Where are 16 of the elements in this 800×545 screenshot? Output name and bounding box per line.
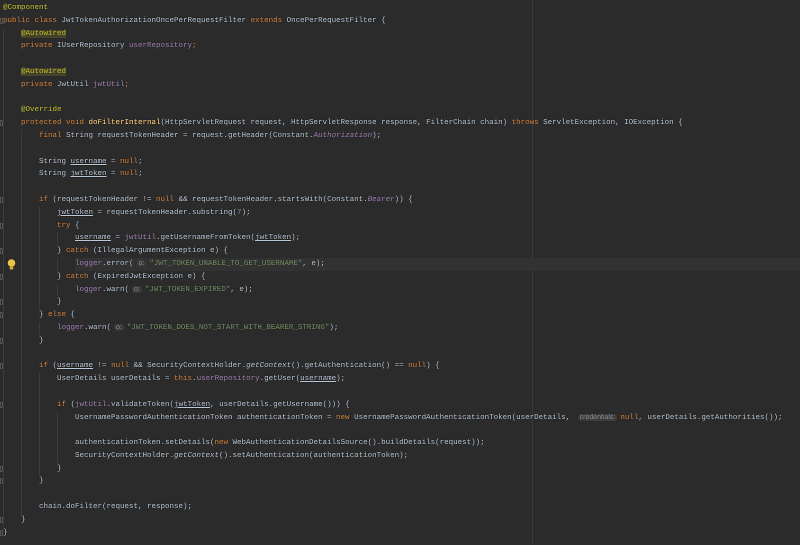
fold-marker-icon[interactable] [0,478,3,484]
fold-marker-icon[interactable] [0,466,3,472]
fold-marker-icon[interactable] [0,299,3,306]
fold-marker-icon[interactable] [0,222,3,229]
fold-marker-icon[interactable] [0,363,3,370]
fold-marker-icon[interactable] [0,402,3,408]
fold-marker-icon[interactable] [0,312,3,318]
lightbulb-icon[interactable] [7,258,16,270]
fold-marker-icon[interactable] [0,338,3,344]
fold-marker-icon[interactable] [0,18,3,24]
fold-marker-icon[interactable] [0,530,3,536]
fold-marker-icon[interactable] [0,516,3,523]
fold-marker-icon[interactable] [0,196,3,203]
fold-marker-icon[interactable] [0,120,3,126]
fold-marker-icon[interactable] [0,274,3,280]
fold-marker-icon[interactable] [0,248,3,254]
